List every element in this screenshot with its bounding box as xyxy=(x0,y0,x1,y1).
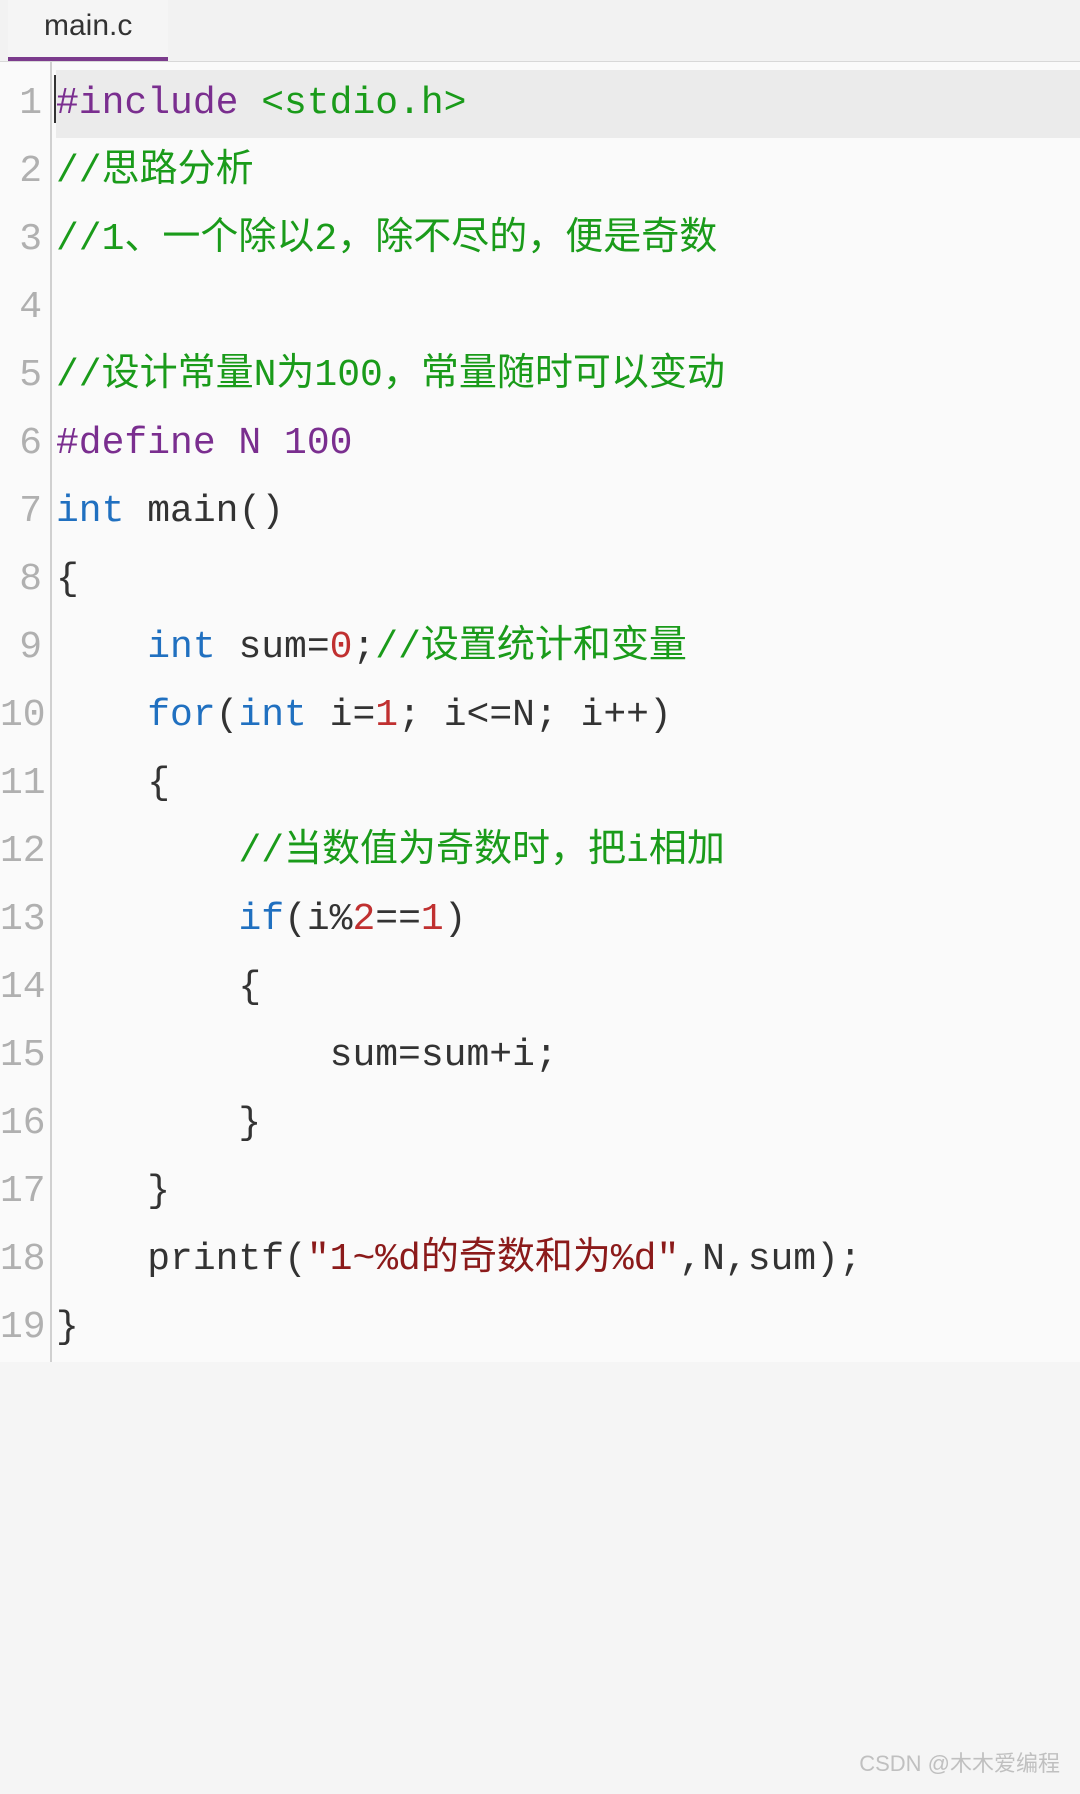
code-line[interactable]: #include <stdio.h> xyxy=(56,70,1080,138)
code-token: { xyxy=(56,966,261,1009)
line-number: 18 xyxy=(0,1226,42,1294)
code-line[interactable]: } xyxy=(56,1158,1080,1226)
code-token: #include xyxy=(56,82,238,125)
code-token xyxy=(56,626,147,669)
line-number: 4 xyxy=(0,274,42,342)
watermark-text: CSDN @木木爱编程 xyxy=(859,1746,1060,1778)
code-line[interactable]: //思路分析 xyxy=(56,138,1080,206)
code-line[interactable]: #define N 100 xyxy=(56,410,1080,478)
code-token: if xyxy=(238,898,284,941)
code-token: } xyxy=(56,1170,170,1213)
line-number: 2 xyxy=(0,138,42,206)
line-number: 1 xyxy=(0,70,42,138)
line-number: 15 xyxy=(0,1022,42,1090)
line-number: 7 xyxy=(0,478,42,546)
line-number: 5 xyxy=(0,342,42,410)
code-line[interactable]: //设计常量N为100，常量随时可以变动 xyxy=(56,342,1080,410)
line-number: 3 xyxy=(0,206,42,274)
code-token: { xyxy=(56,558,79,601)
code-token: //1、一个除以2，除不尽的，便是奇数 xyxy=(56,218,717,261)
code-token: //设计常量N为100，常量随时可以变动 xyxy=(56,354,725,397)
line-number: 16 xyxy=(0,1090,42,1158)
line-number: 19 xyxy=(0,1294,42,1362)
code-token: } xyxy=(56,1102,261,1145)
tab-bar: main.c xyxy=(0,0,1080,62)
code-token: i= xyxy=(307,694,375,737)
code-token: ; xyxy=(352,626,375,669)
code-area[interactable]: #include <stdio.h>//思路分析//1、一个除以2，除不尽的，便… xyxy=(52,62,1080,1362)
code-token: (i% xyxy=(284,898,352,941)
code-line[interactable]: //1、一个除以2，除不尽的，便是奇数 xyxy=(56,206,1080,274)
code-token: printf( xyxy=(56,1238,307,1281)
code-token: #define N 100 xyxy=(56,422,352,465)
line-number: 6 xyxy=(0,410,42,478)
code-line[interactable]: printf("1~%d的奇数和为%d",N,sum); xyxy=(56,1226,1080,1294)
code-line[interactable]: sum=sum+i; xyxy=(56,1022,1080,1090)
code-token: int xyxy=(56,490,124,533)
line-number: 10 xyxy=(0,682,42,750)
code-token: ( xyxy=(216,694,239,737)
code-line[interactable]: int sum=0;//设置统计和变量 xyxy=(56,614,1080,682)
code-line[interactable]: { xyxy=(56,546,1080,614)
code-token: == xyxy=(375,898,421,941)
code-token: 1 xyxy=(421,898,444,941)
code-token: } xyxy=(56,1306,79,1349)
code-line[interactable] xyxy=(56,274,1080,342)
code-token: 1 xyxy=(375,694,398,737)
code-token: int xyxy=(147,626,215,669)
code-token: //设置统计和变量 xyxy=(375,626,687,669)
code-token: <stdio.h> xyxy=(261,82,466,125)
code-line[interactable]: { xyxy=(56,750,1080,818)
code-line[interactable]: { xyxy=(56,954,1080,1022)
code-editor[interactable]: 12345678910111213141516171819 #include <… xyxy=(0,62,1080,1362)
code-token: for xyxy=(147,694,215,737)
line-number: 14 xyxy=(0,954,42,1022)
code-token xyxy=(56,694,147,737)
code-token xyxy=(238,82,261,125)
code-token: sum=sum+i; xyxy=(56,1034,558,1077)
code-token: ,N,sum); xyxy=(679,1238,861,1281)
code-line[interactable]: } xyxy=(56,1090,1080,1158)
file-tab[interactable]: main.c xyxy=(8,0,168,61)
code-token: ) xyxy=(444,898,467,941)
code-token: 2 xyxy=(352,898,375,941)
code-token: main() xyxy=(124,490,284,533)
code-line[interactable]: //当数值为奇数时，把i相加 xyxy=(56,818,1080,886)
code-token: //当数值为奇数时，把i相加 xyxy=(238,830,724,873)
code-line[interactable]: } xyxy=(56,1294,1080,1362)
code-line[interactable]: if(i%2==1) xyxy=(56,886,1080,954)
code-token: int xyxy=(238,694,306,737)
code-token: "1~%d的奇数和为%d" xyxy=(307,1238,679,1281)
code-token: { xyxy=(56,762,170,805)
text-cursor xyxy=(54,75,56,123)
code-token: sum= xyxy=(216,626,330,669)
line-number: 11 xyxy=(0,750,42,818)
line-number: 12 xyxy=(0,818,42,886)
code-line[interactable]: for(int i=1; i<=N; i++) xyxy=(56,682,1080,750)
code-token xyxy=(56,898,238,941)
code-token: ; i<=N; i++) xyxy=(398,694,672,737)
code-line[interactable]: int main() xyxy=(56,478,1080,546)
line-number-gutter: 12345678910111213141516171819 xyxy=(0,62,50,1362)
code-token xyxy=(56,830,238,873)
line-number: 13 xyxy=(0,886,42,954)
code-token: //思路分析 xyxy=(56,150,254,193)
code-token: 0 xyxy=(330,626,353,669)
line-number: 8 xyxy=(0,546,42,614)
line-number: 9 xyxy=(0,614,42,682)
line-number: 17 xyxy=(0,1158,42,1226)
